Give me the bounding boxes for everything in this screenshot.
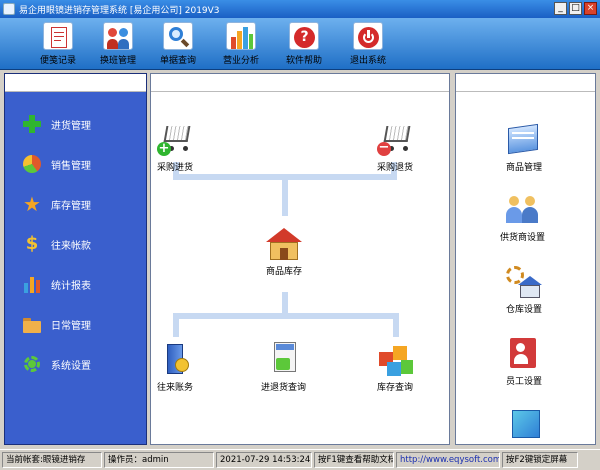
product-management-item[interactable]: 商品管理: [504, 122, 544, 173]
stock-label: 商品库存: [265, 267, 302, 277]
flow-connector: [173, 313, 179, 337]
document-query-label: 单据查询: [159, 56, 196, 66]
help-icon: ?: [289, 22, 319, 50]
toolbar: 便笺记录 换班管理 单据查询 营业分析 ? 软件帮助 退出系统: [0, 18, 600, 70]
status-account: 当前帐套:眼镜进销存: [2, 452, 102, 468]
purchase-in-node[interactable]: + 采购进货: [155, 122, 195, 173]
sidebar-item-settings[interactable]: 系统设置: [23, 352, 91, 376]
sidebar-item-label: 进货管理: [51, 120, 91, 132]
product-management-label: 商品管理: [505, 163, 542, 173]
app-icon: [3, 3, 15, 15]
folder-icon: [23, 315, 41, 333]
supplier-settings-label: 供货商设置: [500, 233, 546, 243]
sidebar-item-purchase[interactable]: 进货管理: [23, 112, 91, 136]
sidebar-item-accounts[interactable]: $ 往来帐款: [23, 232, 91, 256]
io-query-label: 进退货查询: [261, 383, 307, 393]
workflow-panel: + 采购进货 − 采购退货 商品库存 往来账务 进退货查询 库存查询: [150, 73, 450, 445]
cart-remove-icon: −: [375, 122, 415, 158]
sidebar-item-label: 往来帐款: [51, 240, 91, 252]
accounts-node[interactable]: 往来账务: [155, 342, 195, 393]
stock-query-node[interactable]: 库存查询: [375, 342, 415, 393]
sidebar-item-inventory[interactable]: ★ 库存管理: [23, 192, 91, 216]
purchase-return-label: 采购退货: [376, 163, 413, 173]
document-query-icon: [264, 342, 304, 378]
exit-label: 退出系统: [349, 56, 386, 66]
notepad-icon: [43, 22, 73, 50]
shift-label: 换班管理: [99, 56, 136, 66]
power-icon: [353, 22, 383, 50]
stock-node[interactable]: 商品库存: [264, 226, 304, 277]
gear-icon: [23, 355, 41, 373]
status-operator: 操作员：admin: [104, 452, 214, 468]
warehouse-settings-label: 仓库设置: [505, 305, 542, 315]
sidebar: 进货管理 销售管理 ★ 库存管理 $ 往来帐款 统计报表 日常管理 系统设置: [4, 73, 147, 445]
status-lock-hint: 按F2键锁定屏幕: [502, 452, 578, 468]
pie-chart-icon: [23, 155, 41, 173]
sidebar-item-label: 统计报表: [51, 280, 91, 292]
dollar-icon: $: [25, 233, 39, 254]
flow-connector: [173, 313, 399, 319]
bar-chart-icon: [226, 22, 256, 50]
search-icon: [163, 22, 193, 50]
maximize-button[interactable]: □: [569, 2, 582, 15]
title-bar: 易企用眼镜进销存管理系统 [易企用公司] 2019V3 _ □ ×: [0, 0, 600, 18]
shift-change-icon: [103, 22, 133, 50]
window-title: 易企用眼镜进销存管理系统 [易企用公司] 2019V3: [19, 5, 220, 16]
sidebar-item-sales[interactable]: 销售管理: [23, 152, 91, 176]
star-icon: ★: [23, 192, 41, 216]
flow-connector: [282, 174, 288, 216]
plus-icon: [23, 115, 41, 133]
status-website-link[interactable]: http://www.eqysoft.com/: [396, 452, 500, 468]
sidebar-item-daily[interactable]: 日常管理: [23, 312, 91, 336]
help-button[interactable]: ? 软件帮助: [274, 22, 334, 66]
close-button[interactable]: ×: [584, 2, 597, 15]
flow-connector: [393, 313, 399, 337]
sidebar-item-label: 日常管理: [51, 320, 91, 332]
warehouse-settings-item[interactable]: 仓库设置: [504, 264, 544, 315]
status-help-hint: 按F1键查看帮助文档: [314, 452, 394, 468]
help-label: 软件帮助: [285, 56, 322, 66]
staff-settings-label: 员工设置: [505, 377, 542, 387]
purchase-in-label: 采购进货: [156, 163, 193, 173]
analysis-label: 营业分析: [222, 56, 259, 66]
shift-button[interactable]: 换班管理: [88, 22, 148, 66]
sidebar-item-label: 库存管理: [51, 200, 91, 212]
sidebar-item-label: 销售管理: [51, 160, 91, 172]
supplier-settings-item[interactable]: 供货商设置: [500, 192, 545, 243]
accounts-label: 往来账务: [156, 383, 193, 393]
notes-label: 便笺记录: [39, 56, 76, 66]
more-settings-item[interactable]: [508, 408, 548, 444]
books-icon: [155, 342, 195, 378]
product-icon: [504, 122, 544, 158]
cube-icon: [508, 408, 548, 444]
exit-button[interactable]: 退出系统: [338, 22, 398, 66]
document-query-button[interactable]: 单据查询: [148, 22, 208, 66]
house-icon: [264, 226, 304, 262]
minimize-button[interactable]: _: [554, 2, 567, 15]
supplier-icon: [503, 192, 543, 228]
io-query-node[interactable]: 进退货查询: [261, 342, 306, 393]
staff-icon: [504, 336, 544, 372]
status-datetime: 2021-07-29 14:53:24: [216, 452, 312, 468]
status-bar: 当前帐套:眼镜进销存 操作员：admin 2021-07-29 14:53:24…: [0, 449, 600, 470]
sidebar-item-label: 系统设置: [51, 360, 91, 372]
sidebar-item-reports[interactable]: 统计报表: [23, 272, 91, 296]
settings-panel: 商品管理 供货商设置 仓库设置 员工设置: [455, 73, 596, 445]
staff-settings-item[interactable]: 员工设置: [504, 336, 544, 387]
boxes-icon: [375, 342, 415, 378]
stock-query-label: 库存查询: [376, 383, 413, 393]
purchase-return-node[interactable]: − 采购退货: [375, 122, 415, 173]
bar-chart-icon: [23, 275, 41, 293]
warehouse-icon: [504, 264, 544, 300]
notes-button[interactable]: 便笺记录: [28, 22, 88, 66]
analysis-button[interactable]: 营业分析: [211, 22, 271, 66]
cart-add-icon: +: [155, 122, 195, 158]
